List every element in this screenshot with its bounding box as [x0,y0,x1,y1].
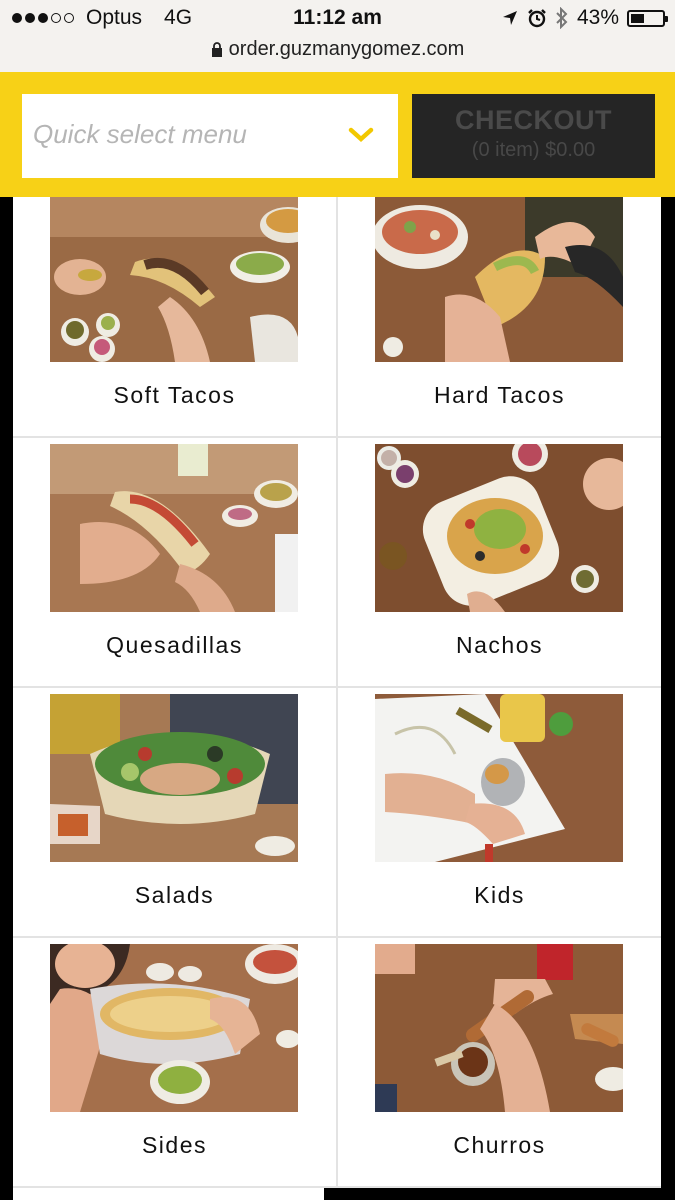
url-text: order.guzmanygomez.com [228,38,465,60]
kids-photo [375,694,623,862]
menu-item-nachos[interactable]: Nachos [338,438,661,688]
url-bar[interactable]: order.guzmanygomez.com [0,38,675,61]
sides-photo [50,944,298,1112]
quick-select-placeholder: Quick select menu [33,119,247,149]
cart-summary: (0 item) $0.00 [471,139,596,161]
chevron-down-icon [348,127,374,143]
alarm-icon [528,9,546,28]
salads-photo [50,694,298,862]
hard-tacos-photo [375,197,623,362]
menu-item-label: Sides [141,1132,208,1158]
churros-photo [375,944,623,1112]
quick-select-menu-dropdown[interactable]: Quick select menu [22,94,398,178]
menu-item-label: Hard Tacos [434,382,565,408]
nachos-photo [375,444,623,612]
soft-tacos-photo [50,197,298,362]
lock-icon [211,42,222,58]
page-edge [324,1188,675,1200]
menu-item-label: Churros [453,1132,546,1158]
menu-category-grid: Soft Tacos Hard Tacos Quesadillas Nachos… [13,197,661,1200]
menu-item-quesadillas[interactable]: Quesadillas [13,438,336,688]
menu-item-label: Soft Tacos [113,382,236,408]
menu-item-label: Kids [474,882,525,908]
menu-item-sides[interactable]: Sides [13,938,336,1188]
menu-item-churros[interactable]: Churros [338,938,661,1188]
menu-item-kids[interactable]: Kids [338,688,661,938]
menu-item-salads[interactable]: Salads [13,688,336,938]
menu-item-label: Quesadillas [106,632,243,658]
menu-item-label: Nachos [456,632,543,658]
order-header: Quick select menu CHECKOUT (0 item) $0.0… [0,72,675,197]
bluetooth-icon [556,7,568,29]
menu-item-label: Salads [134,882,215,908]
status-bar: Optus 4G 11:12 am 43% order.guzmanygomez… [0,0,675,72]
menu-item-hard-tacos[interactable]: Hard Tacos [338,197,661,447]
battery-percent: 43% [576,6,619,29]
checkout-button[interactable]: CHECKOUT (0 item) $0.00 [412,94,655,178]
quesadillas-photo [50,444,298,612]
location-arrow-icon [502,11,517,25]
menu-item-soft-tacos[interactable]: Soft Tacos [13,197,336,447]
battery-icon [627,9,668,27]
checkout-label: CHECKOUT [455,105,612,135]
